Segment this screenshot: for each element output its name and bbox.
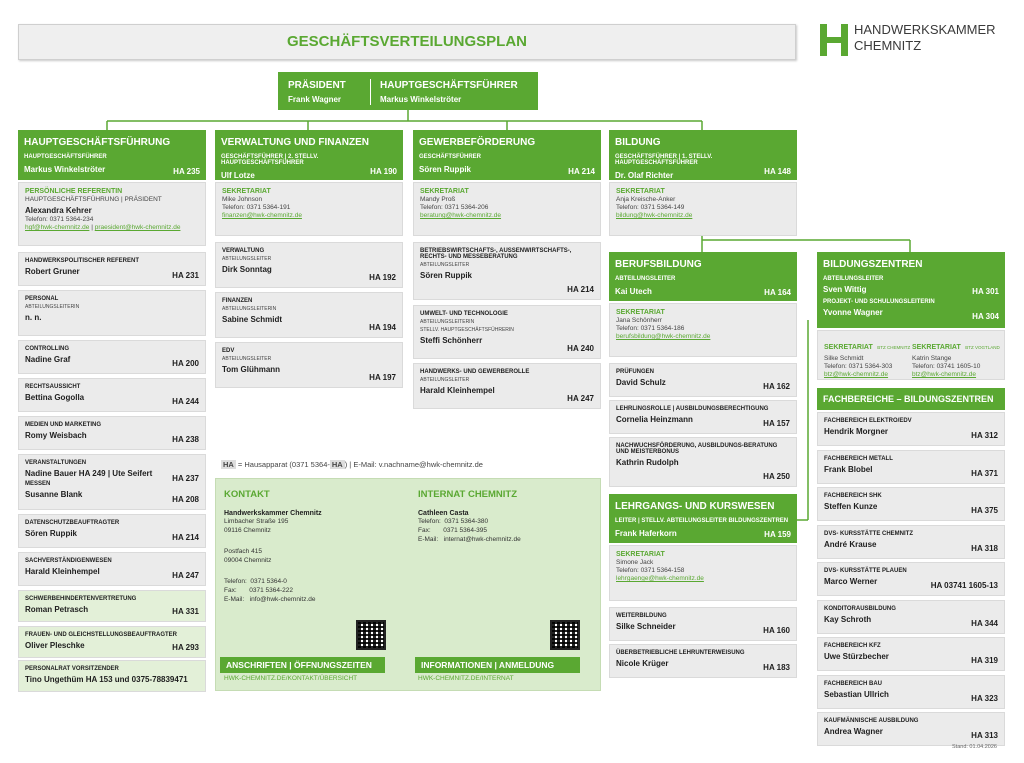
col5-head: BILDUNGSZENTREN ABTEILUNGSLEITER Sven Wi… <box>817 252 1005 328</box>
email-link[interactable]: beratung@hwk-chemnitz.de <box>420 212 594 219</box>
col1-referent: PERSÖNLICHE REFERENTIN HAUPTGESCHÄFTSFÜH… <box>18 182 206 246</box>
list-item: FACHBEREICH ELEKTRO/EDV Hendrik Morgner HA… <box>817 412 1005 446</box>
email-link[interactable]: bildung@hwk-chemnitz.de <box>616 212 790 219</box>
berufsbildung-head: BERUFSBILDUNG ABTEILUNGSLEITER Kai Utech… <box>609 252 797 301</box>
hgf-label: HAUPTGESCHÄFTSFÜHRER <box>380 80 518 91</box>
qr-code-icon[interactable] <box>356 620 386 650</box>
email-link[interactable]: finanzen@hwk-chemnitz.de <box>222 212 396 219</box>
fachbereiche-head: FACHBEREICHE – BILDUNGSZENTREN <box>817 388 1005 410</box>
list-item: LEHRLINGSROLLE | AUSBILDUNGSBERECHTIGUNG… <box>609 400 797 434</box>
praesident-label: PRÄSIDENT <box>288 80 346 91</box>
list-item: ÜBERBETRIEBLICHE LEHRUNTERWEISUNG Nicole … <box>609 644 797 678</box>
list-item: CONTROLLING Nadine Graf HA 200 <box>18 340 206 374</box>
kontakt-bar[interactable]: ANSCHRIFTEN | ÖFFNUNGSZEITEN <box>220 657 385 673</box>
list-item: VERWALTUNG ABTEILUNGSLEITER Dirk Sonntag HA… <box>215 242 403 288</box>
logo-text: HANDWERKSKAMMER CHEMNITZ <box>854 22 996 53</box>
list-item: HANDWERKS- UND GEWERBEROLLE ABTEILUNGSLEI… <box>413 363 601 409</box>
list-item: FINANZEN ABTEILUNGSLEITERIN Sabine Schmidt… <box>215 292 403 338</box>
sek-btz-chemnitz: SEKRETARIAT BTZ CHEMNITZ Silke Schmidt T… <box>824 344 911 378</box>
list-item: EDV ABTEILUNGSLEITER Tom Glühmann HA 197 <box>215 342 403 388</box>
list-item: RECHTSAUSSICHT Bettina Gogolla HA 244 <box>18 378 206 412</box>
praesident-name: Frank Wagner <box>288 95 342 104</box>
email-link[interactable]: btz@hwk-chemnitz.de <box>824 371 910 378</box>
list-item: FACHBEREICH SHK Steffen Kunze HA 375 <box>817 487 1005 521</box>
legend: HA = Hausapparat (0371 5364- HA) | E-Mail… <box>221 460 483 469</box>
list-item: FACHBEREICH KFZ Uwe Stürzbecher HA 319 <box>817 637 1005 671</box>
list-item: DVS- KURSSTÄTTE CHEMNITZ André Krause HA 3… <box>817 524 1005 559</box>
sek-btz-vogtland: SEKRETARIAT BTZ VOGTLAND Katrin Stange T… <box>912 344 1000 378</box>
lehrgang-sekretariat: SEKRETARIAT Simone Jack Telefon: 0371 53… <box>609 545 797 601</box>
internat-section: INTERNAT CHEMNITZ Cathleen Casta Telefon… <box>418 489 521 543</box>
list-item: KONDITORAUSBILDUNG Kay Schroth HA 344 <box>817 599 1005 634</box>
lehrgang-head: LEHRGANGS- UND KURSWESEN LEITER | STELLV… <box>609 494 797 543</box>
col1-head: HAUPTGESCHÄFTSFÜHRUNG HAUPTGESCHÄFTSFÜHR… <box>18 130 206 180</box>
list-item: DVS- KURSSTÄTTE PLAUEN Marco Werner HA 037… <box>817 562 1005 596</box>
list-item: WEITERBILDUNG Silke Schneider HA 160 <box>609 607 797 641</box>
hwk-logo-icon <box>820 24 848 56</box>
list-item: PRÜFUNGEN David Schulz HA 162 <box>609 363 797 397</box>
col4-sekretariat: SEKRETARIAT Anja Kreische-Anker Telefon:… <box>609 182 797 236</box>
berufsbildung-sekretariat: SEKRETARIAT Jana Schönherr Telefon: 0371… <box>609 303 797 357</box>
list-item: UMWELT- UND TECHNOLOGIE ABTEILUNGSLEITERI… <box>413 305 601 359</box>
qr-code-icon[interactable] <box>550 620 580 650</box>
col2-sekretariat: SEKRETARIAT Mike Johnson Telefon: 0371 5… <box>215 182 403 236</box>
email-link[interactable]: lehrgaenge@hwk-chemnitz.de <box>616 575 790 582</box>
email-link[interactable]: hgf@hwk-chemnitz.de <box>25 224 89 231</box>
list-item: SCHWERBEHINDERTENVERTRETUNG Roman Petrasc… <box>18 590 206 622</box>
col3-head: GEWERBEFÖRDERUNG GESCHÄFTSFÜHRER Sören R… <box>413 130 601 180</box>
col4-head: BILDUNG GESCHÄFTSFÜHRER | 1. STELLV. HAU… <box>609 130 797 180</box>
list-item: NACHWUCHSFÖRDERUNG, AUSBILDUNGS-BERATUNG… <box>609 437 797 487</box>
col3-sekretariat: SEKRETARIAT Mandy Proß Telefon: 0371 536… <box>413 182 601 236</box>
list-item: FACHBEREICH BAU Sebastian Ullrich HA 323 <box>817 674 1005 709</box>
list-item: FRAUEN- UND GLEICHSTELLUNGSBEAUFTRAGTER O… <box>18 626 206 658</box>
list-item: PERSONAL ABTEILUNGSLEITERIN n. n. <box>18 290 206 336</box>
kontakt-link[interactable]: HWK-CHEMNITZ.DE/KONTAKT/ÜBERSICHT <box>224 675 357 682</box>
kontakt-section: KONTAKT Handwerkskammer Chemnitz Limbach… <box>224 489 322 603</box>
list-item: SACHVERSTÄNDIGENWESEN Harald Kleinhempel H… <box>18 552 206 586</box>
email-link[interactable]: btz@hwk-chemnitz.de <box>912 371 1000 378</box>
top-leadership-box: PRÄSIDENT Frank Wagner HAUPTGESCHÄFTSFÜH… <box>278 72 538 110</box>
col2-head: VERWALTUNG UND FINANZEN GESCHÄFTSFÜHRER … <box>215 130 403 180</box>
divider <box>370 79 371 105</box>
title-bar: GESCHÄFTSVERTEILUNGSPLAN <box>18 24 796 60</box>
internat-link[interactable]: HWK-CHEMNITZ.DE/INTERNAT <box>418 675 514 682</box>
list-item: BETRIEBSWIRTSCHAFTS-, AUßENWIRTSCHAFTS-,… <box>413 242 601 300</box>
contact-box: KONTAKT Handwerkskammer Chemnitz Limbach… <box>215 478 601 691</box>
list-item: FACHBEREICH METALL Frank Blobel HA 371 <box>817 449 1005 484</box>
list-item: KAUFMÄNNISCHE AUSBILDUNG Andrea Wagner HA … <box>817 712 1005 746</box>
list-item: HANDWERKSPOLITISCHER REFERENT Robert Grun… <box>18 252 206 286</box>
internat-bar[interactable]: INFORMATIONEN | ANMELDUNG <box>415 657 580 673</box>
email-link[interactable]: praesident@hwk-chemnitz.de <box>95 224 181 231</box>
stand-date: Stand: 01.04.2026 <box>952 744 997 750</box>
list-item: DATENSCHUTZBEAUFTRAGTER Sören Ruppik HA 21… <box>18 514 206 548</box>
col5-sekretariat: SEKRETARIAT BTZ CHEMNITZ Silke Schmidt T… <box>817 330 1005 380</box>
list-item: VERANSTALTUNGEN Nadine Bauer HA 249 | Ute… <box>18 454 206 510</box>
list-item: PERSONALRAT VORSITZENDER Tino Ungethüm HA… <box>18 660 206 692</box>
page-title: GESCHÄFTSVERTEILUNGSPLAN <box>286 33 527 50</box>
email-link[interactable]: berufsbildung@hwk-chemnitz.de <box>616 333 790 340</box>
hgf-name: Markus Winkelströter <box>380 95 462 104</box>
list-item: MEDIEN UND MARKETING Romy Weisbach HA 238 <box>18 416 206 450</box>
